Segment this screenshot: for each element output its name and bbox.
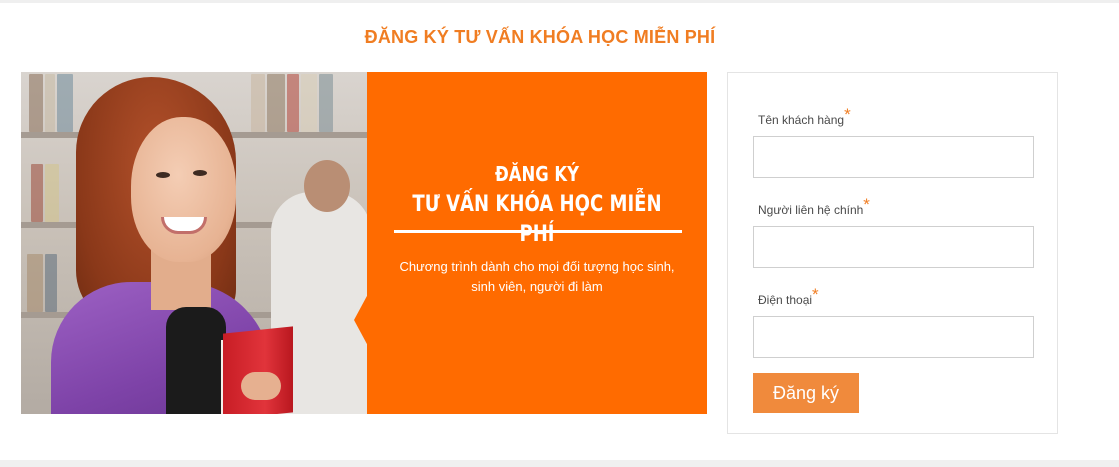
contact-person-input[interactable] <box>753 226 1034 268</box>
section-title: ĐĂNG KÝ TƯ VẤN KHÓA HỌC MIỄN PHÍ <box>364 27 716 47</box>
contact-person-label: Người liên hệ chính* <box>758 195 870 219</box>
phone-label-text: Điện thoại <box>758 293 813 307</box>
banner-description-line1: Chương trình dành cho mọi đối tượng học … <box>399 259 675 274</box>
banner-heading-line1: ĐĂNG KÝ <box>495 162 579 186</box>
customer-name-label-text: Tên khách hàng <box>758 113 845 127</box>
phone-label: Điện thoại* <box>758 285 819 309</box>
top-divider <box>0 0 1119 3</box>
banner-description: Chương trình dành cho mọi đối tượng học … <box>367 257 707 297</box>
banner-notch <box>354 294 368 346</box>
customer-name-label: Tên khách hàng* <box>758 105 851 129</box>
bottom-divider <box>0 460 1119 467</box>
promo-banner: ĐĂNG KÝ TƯ VẤN KHÓA HỌC MIỄN PHÍ Chương … <box>21 72 707 414</box>
required-mark: * <box>844 105 851 124</box>
student-photo <box>21 72 367 414</box>
banner-description-line2: sinh viên, người đi làm <box>471 279 603 294</box>
banner-divider <box>394 230 682 233</box>
customer-name-input[interactable] <box>753 136 1034 178</box>
register-button[interactable]: Đăng ký <box>753 373 859 413</box>
phone-input[interactable] <box>753 316 1034 358</box>
banner-heading: ĐĂNG KÝ TƯ VẤN KHÓA HỌC MIỄN PHÍ <box>367 160 707 250</box>
contact-person-label-text: Người liên hệ chính <box>758 203 864 217</box>
required-mark: * <box>863 195 870 214</box>
banner-heading-line2: TƯ VẤN KHÓA HỌC MIỄN PHÍ <box>412 192 662 247</box>
required-mark: * <box>812 285 819 304</box>
